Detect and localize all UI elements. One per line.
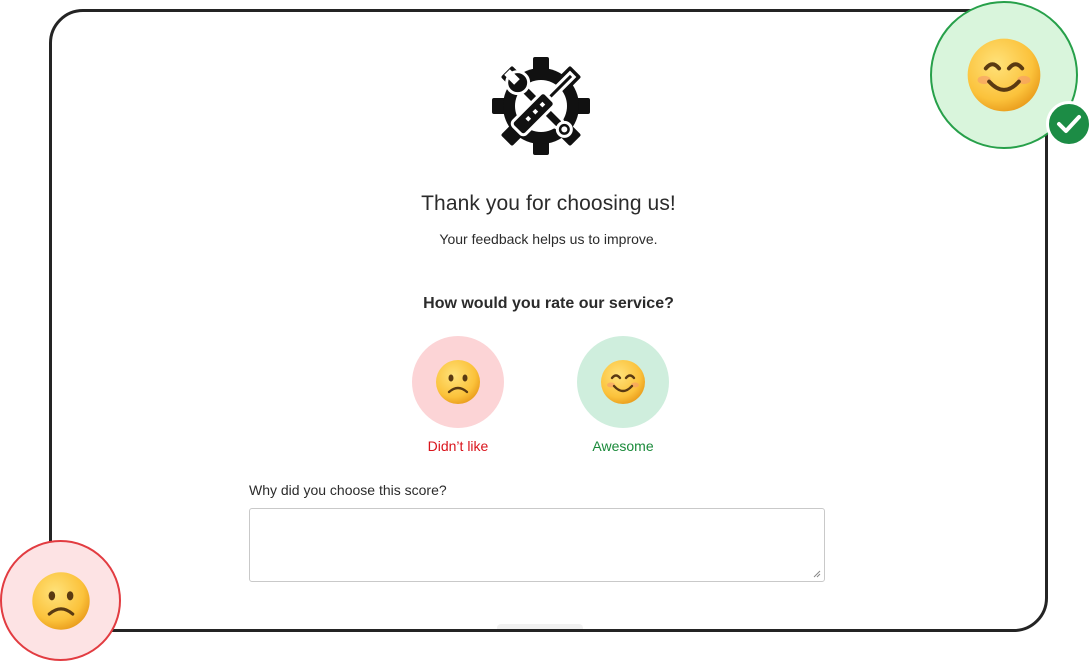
rating-circle-didnt-like[interactable]	[412, 336, 504, 428]
rating-label-awesome: Awesome	[592, 438, 654, 454]
rating-label-didnt-like: Didn’t like	[427, 438, 489, 454]
page-subtitle: Your feedback helps us to improve.	[439, 231, 658, 247]
resize-handle-icon[interactable]	[813, 570, 821, 578]
rating-option-didnt-like[interactable]: Didn’t like	[398, 336, 518, 454]
stage: Thank you for choosing us! Your feedback…	[0, 0, 1092, 662]
frowning-face-icon	[31, 571, 90, 630]
rating-circle-awesome[interactable]	[577, 336, 669, 428]
checkmark-icon	[1057, 115, 1081, 133]
smiling-face-icon	[967, 38, 1041, 112]
device-frame: Thank you for choosing us! Your feedback…	[49, 9, 1048, 632]
submit-button-partial[interactable]	[497, 624, 583, 629]
frowning-face-icon	[436, 360, 480, 404]
rating-question: How would you rate our service?	[423, 295, 674, 312]
smiling-face-icon	[601, 360, 645, 404]
checkmark-badge	[1046, 101, 1092, 147]
page-title: Thank you for choosing us!	[421, 192, 676, 215]
rating-option-awesome[interactable]: Awesome	[563, 336, 683, 454]
reason-textarea[interactable]	[249, 508, 825, 582]
gear-wrench-screwdriver-icon	[492, 57, 590, 155]
reason-label: Why did you choose this score?	[249, 482, 447, 498]
sad-badge	[0, 540, 121, 661]
